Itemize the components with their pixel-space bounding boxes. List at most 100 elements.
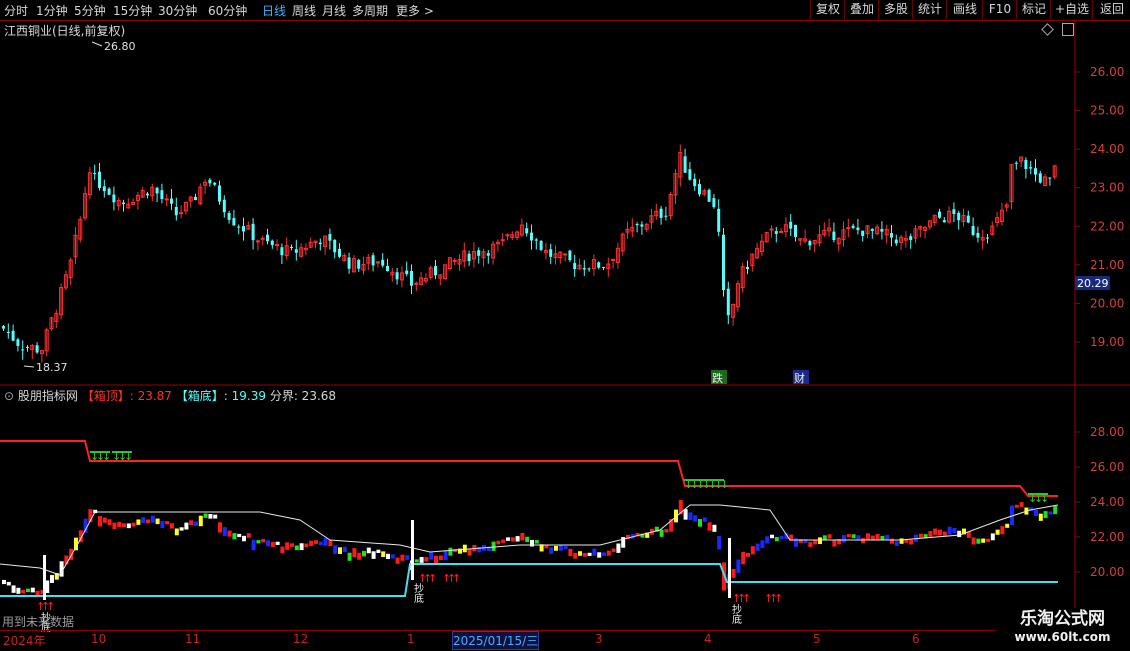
indicator-block [986,538,990,542]
candle-body [942,220,946,223]
indicator-block [928,531,933,537]
candle-body [434,266,437,276]
candle-body [405,270,409,275]
indicator-block [501,539,506,543]
candle-body [155,187,159,194]
indicator-block [26,588,30,592]
indicator-block [1048,511,1053,515]
indicator-block [760,540,765,548]
candle-body [93,173,97,175]
indicator-block [554,545,558,551]
drop-marker[interactable]: 跌 [712,371,723,385]
indicator-block [549,547,554,554]
indicator-block [16,587,21,594]
candle-body [851,225,855,228]
indicator-block [126,523,131,529]
indicator-block [150,515,155,523]
indicator-block [616,543,621,553]
candle-body [640,224,644,227]
candle-body [98,171,101,188]
candle-body [328,234,332,241]
indicator-block [280,546,285,554]
candle-body [375,261,380,264]
indicator-block [750,546,755,555]
candle-body [1029,167,1033,169]
indicator-block [515,536,520,542]
indicator-block [395,557,400,564]
indicator-tick-label: 26.00 [1090,460,1124,474]
indicator-block [995,529,1000,535]
indicator-block [563,546,568,550]
candle-body [338,248,341,257]
candle-body [635,223,639,226]
candle-body [789,221,793,229]
candle-body [318,242,322,245]
candle-body [563,253,568,256]
price-tick-label: 20.00 [1090,296,1124,310]
price-axis: 26.00 25.00 24.00 23.00 22.00 21.00 20.00 19.00 [1075,65,1124,349]
signal-bar [411,520,414,580]
high-pointer [91,41,103,47]
candle-body [170,198,173,204]
indicator-block [938,529,942,536]
indicator-block [659,529,664,537]
candle-body [107,188,111,195]
date-label-oct: 10 [91,632,107,646]
indicator-block [232,533,237,540]
finance-marker[interactable]: 财 [794,371,805,385]
buy-arrow-icon: ↑ [742,592,751,605]
indicator-block [424,557,429,562]
indicator-block [6,581,11,586]
indicator-block [918,533,923,538]
indicator-block [520,532,525,541]
kline-candles [2,144,1057,363]
indicator-axis: 28.00 26.00 24.00 22.00 20.00 [1075,425,1124,579]
indicator-block [117,521,122,528]
indicator-block [208,514,213,519]
chart-canvas[interactable]: 26.00 25.00 24.00 23.00 22.00 21.00 20.00 19.00… [0,0,1130,650]
indicator-block [774,536,779,542]
box-top-line [0,440,1058,497]
indicator-block [112,522,117,530]
candle-body [582,268,586,270]
candle-body [194,196,197,200]
indicator-block [443,550,448,561]
indicator-block [222,527,227,536]
candle-body [659,208,663,218]
indicator-block [347,552,352,561]
current-price: 20.29 [1077,277,1109,290]
date-label-may: 5 [813,632,821,646]
candle-body [976,232,980,238]
price-tick-label: 23.00 [1090,181,1124,195]
indicator-block [1000,526,1005,535]
candle-body [232,218,236,226]
indicator-block [1038,513,1043,521]
indicator-block [323,537,328,546]
candle-body [1024,159,1028,170]
candle-body [534,239,538,241]
candle-body [179,212,184,215]
indicator-block [952,527,957,534]
indicator-block [438,555,443,561]
indicator-block [712,524,717,532]
candle-body [347,257,351,269]
indicator-block [237,533,242,538]
indicator-block [1005,523,1010,528]
candle-body [294,249,298,253]
candle-body [909,236,913,241]
indicator-block [606,550,611,556]
indicator-block [11,585,16,593]
indicator-block [194,521,198,526]
indicator-block [357,552,362,560]
indicator-block [314,540,318,544]
candle-body [371,255,375,266]
indicator-block [333,545,338,554]
indicator-block [707,522,712,531]
indicator-block [842,535,846,543]
low-pointer [23,365,35,368]
candle-body [870,228,874,231]
candle-body [333,239,337,253]
indicator-block [21,589,26,594]
indicator-block [381,551,386,557]
indicator-block [890,538,894,544]
